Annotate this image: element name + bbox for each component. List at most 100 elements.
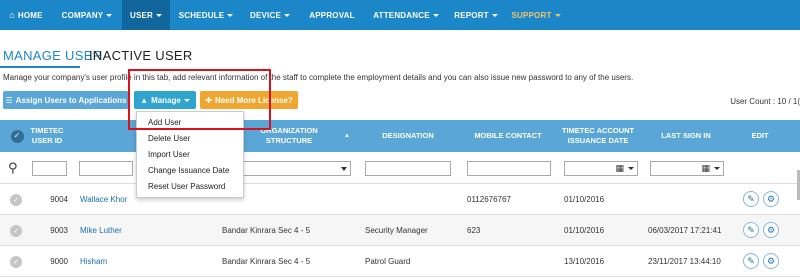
- manage-dropdown-menu: Add User Delete User Import User Change …: [136, 111, 244, 198]
- plus-icon: ✚: [205, 95, 212, 105]
- header-edit: EDIT: [751, 131, 769, 140]
- tab-manage-user[interactable]: MANAGE USER: [3, 48, 102, 63]
- check-icon: ✓: [10, 224, 22, 237]
- caret-down-icon: [156, 13, 163, 17]
- chevron-down-icon: [341, 167, 347, 171]
- check-icon: ✓: [10, 129, 24, 143]
- tab-inactive-user[interactable]: INACTIVE USER: [89, 48, 193, 63]
- nav-schedule-label: SCHEDULE: [178, 10, 225, 20]
- row-designation: Patrol Guard: [365, 257, 411, 266]
- caret-down-icon: [432, 13, 439, 17]
- header-org-label: ORGANIZATION STRUCTURE: [260, 126, 318, 145]
- nav-home[interactable]: ⌂ HOME: [0, 0, 52, 30]
- page-description: Manage your company's user profile in th…: [3, 73, 634, 82]
- row-org: Bandar Kinrara Sec 4 - 5: [222, 257, 311, 266]
- row-user-id: 9000: [50, 257, 68, 266]
- home-icon: ⌂: [9, 10, 15, 20]
- edit-pencil-icon[interactable]: ✎: [743, 191, 759, 207]
- filter-mobile-input[interactable]: [467, 161, 551, 176]
- row-user-name[interactable]: Wallace Khor: [80, 184, 127, 215]
- row-issuance: 13/10/2016: [564, 257, 605, 266]
- row-checkbox[interactable]: ✓: [10, 246, 22, 277]
- top-nav: ⌂ HOME COMPANY USER SCHEDULE DEVICE APPR…: [0, 0, 800, 30]
- nav-company[interactable]: COMPANY: [52, 0, 122, 30]
- filter-name-input[interactable]: [79, 161, 133, 176]
- row-checkbox[interactable]: ✓: [10, 215, 22, 246]
- need-license-button[interactable]: ✚ Need More License?: [200, 91, 298, 109]
- nav-approval-label: APPROVAL: [309, 10, 355, 20]
- row-mobile: 0112676767: [467, 195, 511, 204]
- row-last-sign: 06/03/2017 17:21:41: [648, 226, 722, 235]
- header-issuance[interactable]: TIMETEC ACCOUNT ISSUANCE DATE: [560, 120, 636, 152]
- caret-down-icon: [106, 13, 113, 17]
- edit-pencil-icon[interactable]: ✎: [743, 253, 759, 269]
- table-row: ✓ 9004 Wallace Khor 0112676767 01/10/201…: [0, 184, 800, 215]
- nav-device[interactable]: DEVICE: [242, 0, 298, 30]
- table-row: ✓ 9000 Hisham Bandar Kinrara Sec 4 - 5 P…: [0, 246, 800, 277]
- header-org-structure[interactable]: ORGANIZATION STRUCTURE ▲: [240, 120, 350, 152]
- assign-users-button[interactable]: ☰ Assign Users to Applications: [3, 91, 129, 109]
- row-user-name[interactable]: Hisham: [80, 246, 107, 277]
- header-user-id[interactable]: TIMETEC USER ID: [28, 120, 66, 152]
- nav-report[interactable]: REPORT: [446, 0, 506, 30]
- sitemap-icon: ▲: [140, 95, 149, 105]
- caret-down-icon: [714, 167, 720, 170]
- menu-add-user[interactable]: Add User: [148, 118, 181, 127]
- row-designation: Security Manager: [365, 226, 428, 235]
- calendar-icon: ▦: [615, 163, 624, 173]
- row-checkbox[interactable]: ✓: [10, 184, 22, 215]
- table-row: ✓ 9003 Mike Luther Bandar Kinrara Sec 4 …: [0, 215, 800, 246]
- header-mobile[interactable]: MOBILE CONTACT: [466, 120, 550, 152]
- menu-reset-user-password[interactable]: Reset User Password: [148, 182, 225, 191]
- nav-attendance[interactable]: ATTENDANCE: [366, 0, 446, 30]
- nav-company-label: COMPANY: [61, 10, 104, 20]
- nav-report-label: REPORT: [454, 10, 489, 20]
- nav-schedule[interactable]: SCHEDULE: [170, 0, 242, 30]
- nav-attendance-label: ATTENDANCE: [373, 10, 430, 20]
- nav-support-label: SUPPORT: [511, 10, 552, 20]
- row-user-id: 9004: [50, 195, 68, 204]
- filter-row: ⚲ ▦ ▦: [0, 152, 800, 184]
- user-count: User Count : 10 / 1(: [730, 97, 800, 106]
- filter-user-id-input[interactable]: [32, 161, 67, 176]
- row-org: Bandar Kinrara Sec 4 - 5: [222, 226, 311, 235]
- edit-pencil-icon[interactable]: ✎: [743, 222, 759, 238]
- need-license-label: Need More License?: [214, 95, 293, 105]
- header-last-sign[interactable]: LAST SIGN IN: [650, 120, 722, 152]
- row-mobile: 623: [467, 226, 481, 235]
- caret-down-icon: [491, 13, 498, 17]
- nav-approval[interactable]: APPROVAL: [298, 0, 366, 30]
- row-user-name[interactable]: Mike Luther: [80, 215, 122, 246]
- calendar-icon: ▦: [701, 163, 710, 173]
- settings-gear-icon[interactable]: ⚙: [763, 222, 779, 238]
- filter-designation-input[interactable]: [365, 161, 451, 176]
- nav-support[interactable]: SUPPORT: [506, 0, 566, 30]
- menu-import-user[interactable]: Import User: [148, 150, 190, 159]
- filter-last-sign-date[interactable]: ▦: [650, 161, 724, 176]
- select-all-checkbox[interactable]: ✓: [8, 120, 26, 152]
- active-tab-underline: [0, 66, 80, 68]
- table-header: ✓ TIMETEC USER ID ORGANIZATION STRUCTURE…: [0, 120, 800, 152]
- nav-user[interactable]: USER: [122, 0, 170, 30]
- manage-label: Manage: [151, 95, 181, 105]
- row-issuance: 01/10/2016: [564, 226, 605, 235]
- nav-device-label: DEVICE: [250, 10, 281, 20]
- row-user-id: 9003: [50, 226, 68, 235]
- check-icon: ✓: [10, 255, 22, 268]
- settings-gear-icon[interactable]: ⚙: [763, 191, 779, 207]
- caret-down-icon: [183, 98, 190, 102]
- menu-delete-user[interactable]: Delete User: [148, 134, 190, 143]
- header-designation[interactable]: DESIGNATION: [368, 120, 448, 152]
- filter-issuance-date[interactable]: ▦: [564, 161, 638, 176]
- caret-down-icon: [227, 13, 234, 17]
- list-icon: ☰: [5, 95, 13, 105]
- sort-up-icon: ▲: [344, 133, 350, 139]
- search-icon: ⚲: [8, 160, 18, 175]
- row-issuance: 01/10/2016: [564, 195, 605, 204]
- caret-down-icon: [554, 13, 561, 17]
- nav-user-label: USER: [129, 10, 154, 20]
- manage-button[interactable]: ▲ Manage: [134, 91, 196, 109]
- settings-gear-icon[interactable]: ⚙: [763, 253, 779, 269]
- menu-change-issuance-date[interactable]: Change Issuance Date: [148, 166, 229, 175]
- row-last-sign: 23/11/2017 13:44:10: [648, 257, 721, 266]
